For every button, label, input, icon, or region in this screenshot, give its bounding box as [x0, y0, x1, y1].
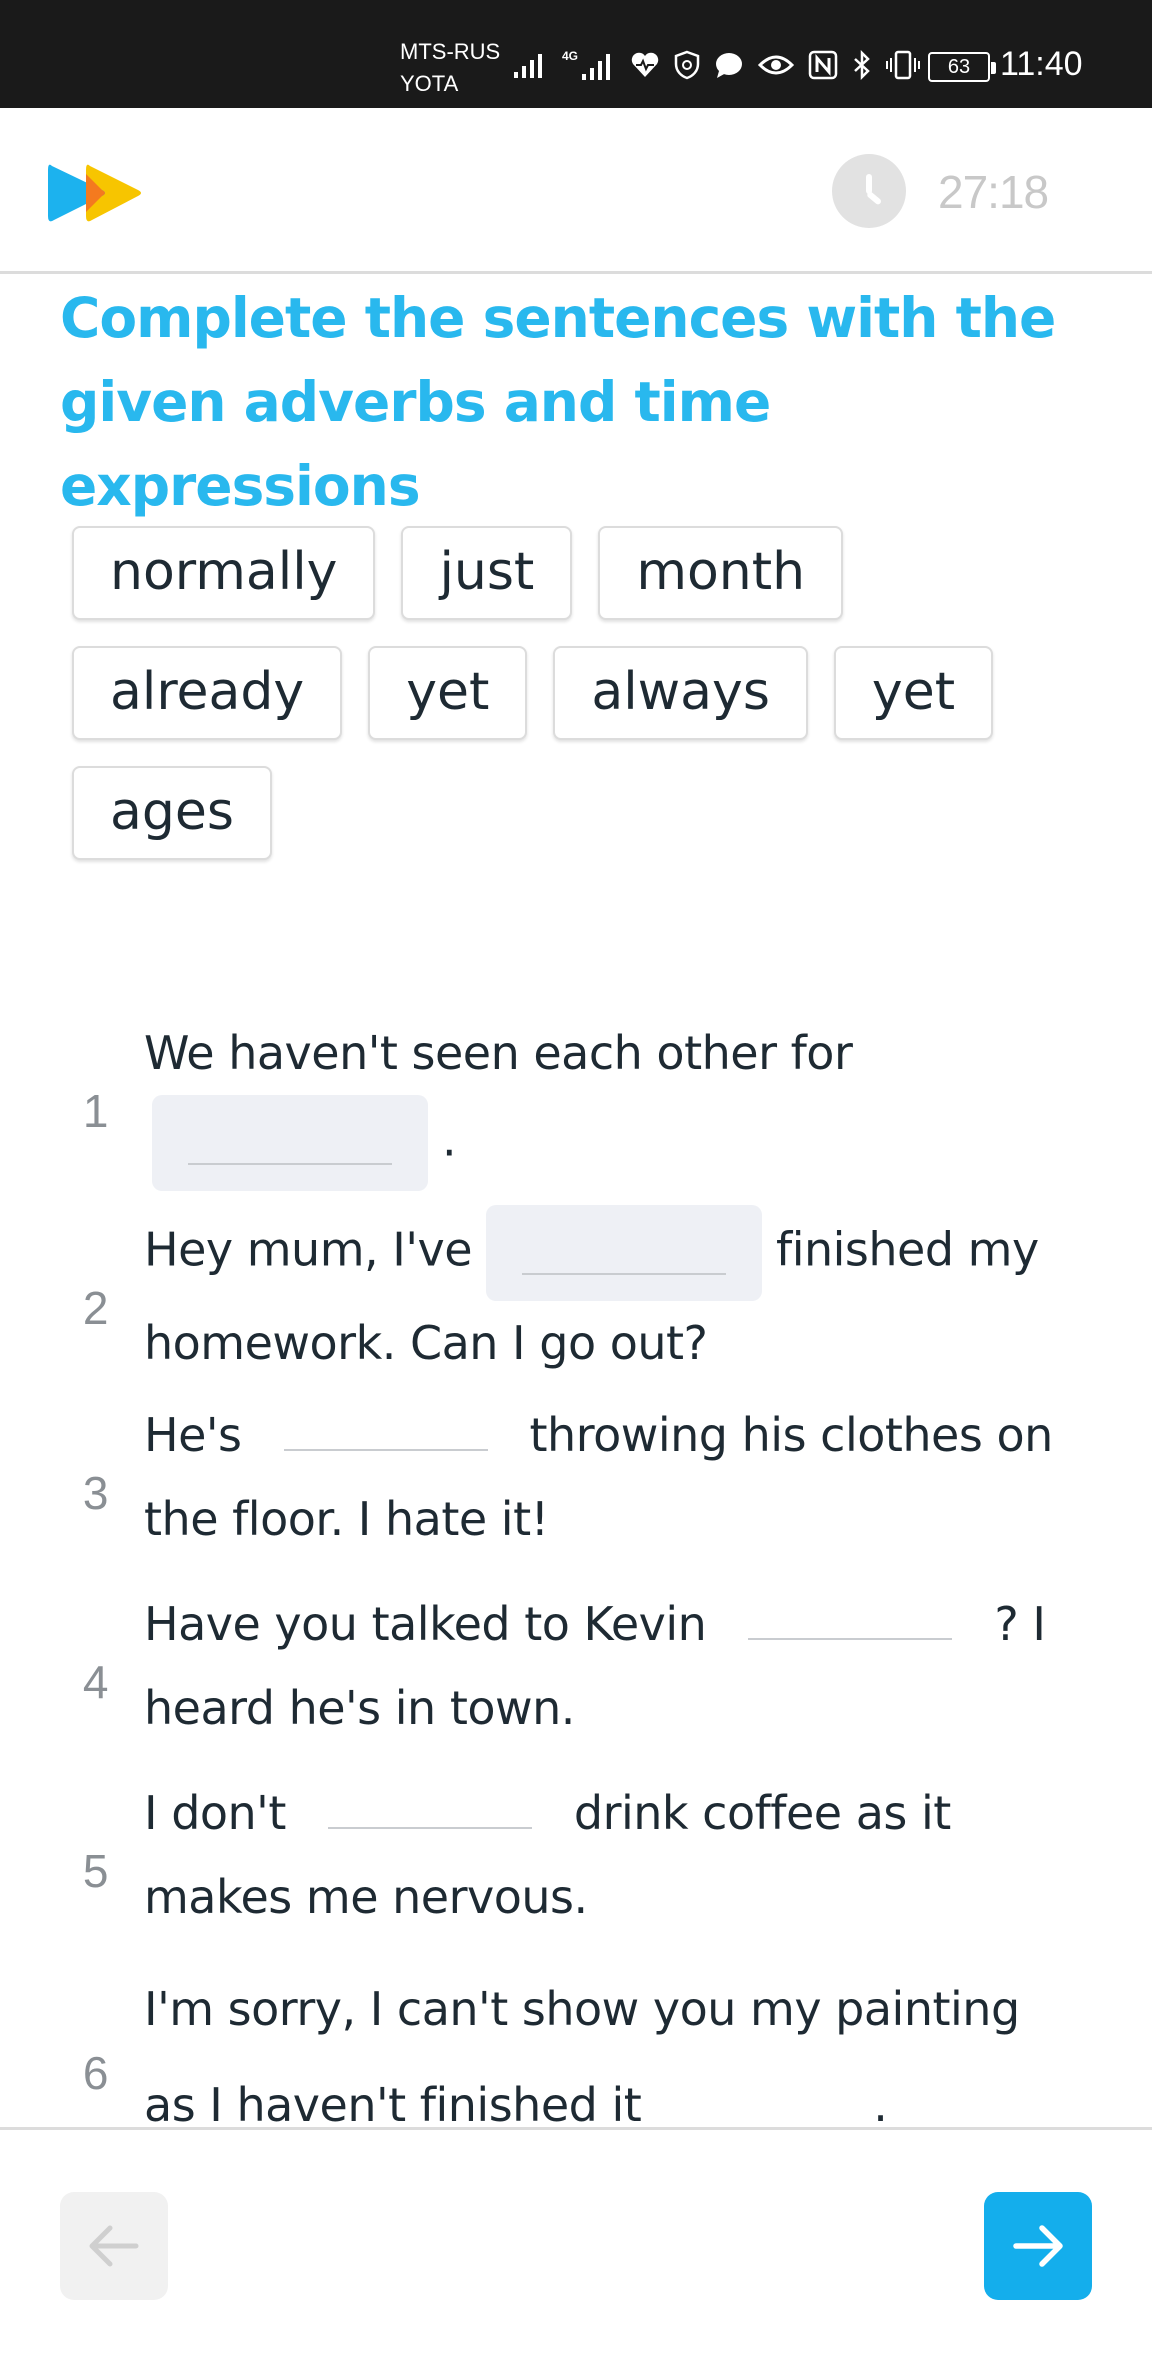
status-time: 11:40 [1000, 45, 1083, 83]
word-chip-month[interactable]: month [598, 526, 844, 620]
sentence-text-before: Have you talked to Kevin [144, 1597, 707, 1651]
vibrate-icon [886, 50, 920, 80]
sentence-text-before: I don't [144, 1786, 286, 1840]
signal-4g-icon: 4G [562, 49, 610, 80]
carrier-names: MTS-RUS YOTA [400, 36, 500, 100]
word-bank: normally just month already yet always y… [72, 526, 1072, 860]
answer-blank-4[interactable] [748, 1616, 953, 1640]
status-icons: 4G [512, 48, 920, 82]
sentence-2: 2 Hey mum, I've finished my homework. Can … [83, 1205, 1084, 1385]
timer: 27:18 [938, 166, 1049, 218]
answer-blank-3[interactable] [283, 1427, 488, 1451]
bluetooth-icon [854, 50, 870, 80]
answer-blank-6[interactable] [655, 2097, 859, 2121]
arrow-right-icon [1013, 2225, 1063, 2267]
status-bar: MTS-RUS YOTA 4G 63 11:40 [0, 0, 1152, 108]
word-chip-ages[interactable]: ages [72, 766, 272, 860]
sentence-text-before: We haven't seen each other for [144, 1026, 853, 1080]
answer-drop-zone-1[interactable] [152, 1095, 428, 1191]
nfc-icon [808, 50, 838, 80]
eye-icon [758, 55, 794, 75]
sentence-list: 1 We haven't seen each other for. 2 Hey mu… [0, 965, 1152, 2127]
word-chip-already[interactable]: already [72, 646, 343, 740]
word-chip-normally[interactable]: normally [72, 526, 376, 620]
next-button[interactable] [984, 2192, 1092, 2300]
sentence-text-after: . [442, 1112, 457, 1167]
arrow-left-icon [89, 2225, 139, 2267]
answer-blank-5[interactable] [327, 1805, 532, 1829]
carrier-1: MTS-RUS [400, 39, 501, 64]
word-chip-just[interactable]: just [401, 526, 573, 620]
word-chip-yet[interactable]: yet [368, 646, 528, 740]
word-chip-always[interactable]: always [553, 646, 808, 740]
sentence-text-after: throwing his clothes on the floor. I hat… [144, 1408, 1053, 1546]
sentence-6: 6 I'm sorry, I can't show you my painting… [83, 1961, 1084, 2127]
health-icon [631, 52, 659, 77]
answer-drop-zone-2[interactable] [486, 1205, 762, 1301]
play-logo-icon [48, 164, 141, 222]
carrier-2: YOTA [400, 71, 459, 96]
exercise-title: Complete the sentences with the given ad… [60, 286, 1056, 518]
sentence-text-before: He's [144, 1408, 242, 1462]
bottom-navigation [0, 2127, 1152, 2376]
sentence-4: 4 Have you talked to Kevin? I heard he's … [82, 1597, 1046, 1735]
svg-text:4G: 4G [562, 49, 578, 63]
word-chip-yet-2[interactable]: yet [833, 646, 994, 740]
battery-level: 63 [928, 52, 996, 82]
clock-icon [832, 154, 906, 228]
shield-icon [674, 50, 700, 80]
sentence-text-before: I'm sorry, I can't show you my painting … [144, 1982, 1020, 2127]
previous-button[interactable] [60, 2192, 168, 2300]
app-header: 27:18 [0, 108, 1152, 274]
signal-icon [514, 54, 542, 78]
sentence-3: 3 He's throwing his clothes on the floor. … [82, 1408, 1053, 1546]
sentence-1: 1 We haven't seen each other for. [83, 1011, 1084, 1191]
sentence-text-before: Hey mum, I've [144, 1222, 473, 1277]
sentence-text-after: . [873, 2078, 888, 2127]
chat-bubble-icon [716, 53, 742, 78]
sentence-5: 5I don't drink coffee as it makes me nerv… [82, 1786, 951, 1924]
